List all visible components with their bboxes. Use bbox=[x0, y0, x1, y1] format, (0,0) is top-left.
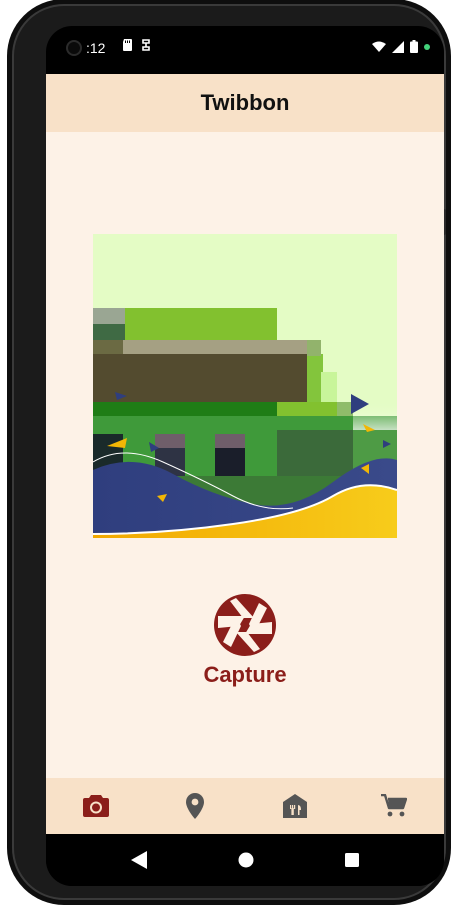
app-bar: Twibbon bbox=[46, 74, 444, 132]
signal-icon bbox=[392, 40, 404, 53]
nav-item-store[interactable] bbox=[265, 778, 325, 834]
main-content: Capture bbox=[46, 132, 444, 778]
nav-item-camera[interactable] bbox=[66, 778, 126, 834]
front-camera bbox=[68, 42, 80, 54]
location-pin-icon bbox=[186, 793, 205, 819]
status-time: :12 bbox=[86, 40, 106, 56]
camera-shutter-icon[interactable] bbox=[214, 594, 276, 656]
cart-icon bbox=[381, 794, 408, 817]
status-icons-right bbox=[372, 40, 430, 53]
sd-card-icon bbox=[123, 39, 132, 51]
notification-icon bbox=[142, 39, 150, 51]
capture-section: Capture bbox=[46, 594, 444, 688]
bottom-navigation bbox=[46, 778, 444, 834]
restaurant-store-icon bbox=[282, 794, 307, 818]
twibbon-frame-image bbox=[93, 234, 397, 538]
privacy-indicator-dot bbox=[424, 43, 430, 50]
nav-item-location[interactable] bbox=[165, 778, 225, 834]
device-screen: :12 Twibbon Capture bbox=[46, 26, 444, 886]
home-icon[interactable] bbox=[238, 852, 254, 868]
system-navigation-bar bbox=[46, 834, 444, 886]
wifi-icon bbox=[372, 41, 386, 52]
status-icons-left bbox=[122, 39, 151, 51]
capture-button-label[interactable]: Capture bbox=[203, 662, 286, 688]
recents-icon[interactable] bbox=[344, 853, 359, 867]
page-title: Twibbon bbox=[200, 90, 290, 115]
phone-frame: :12 Twibbon Capture bbox=[12, 4, 446, 900]
camera-icon bbox=[82, 795, 109, 817]
status-bar: :12 bbox=[46, 26, 444, 74]
nav-item-cart[interactable] bbox=[364, 778, 424, 834]
twibbon-preview-image bbox=[93, 234, 397, 538]
back-icon[interactable] bbox=[131, 851, 148, 869]
battery-icon bbox=[410, 40, 418, 53]
